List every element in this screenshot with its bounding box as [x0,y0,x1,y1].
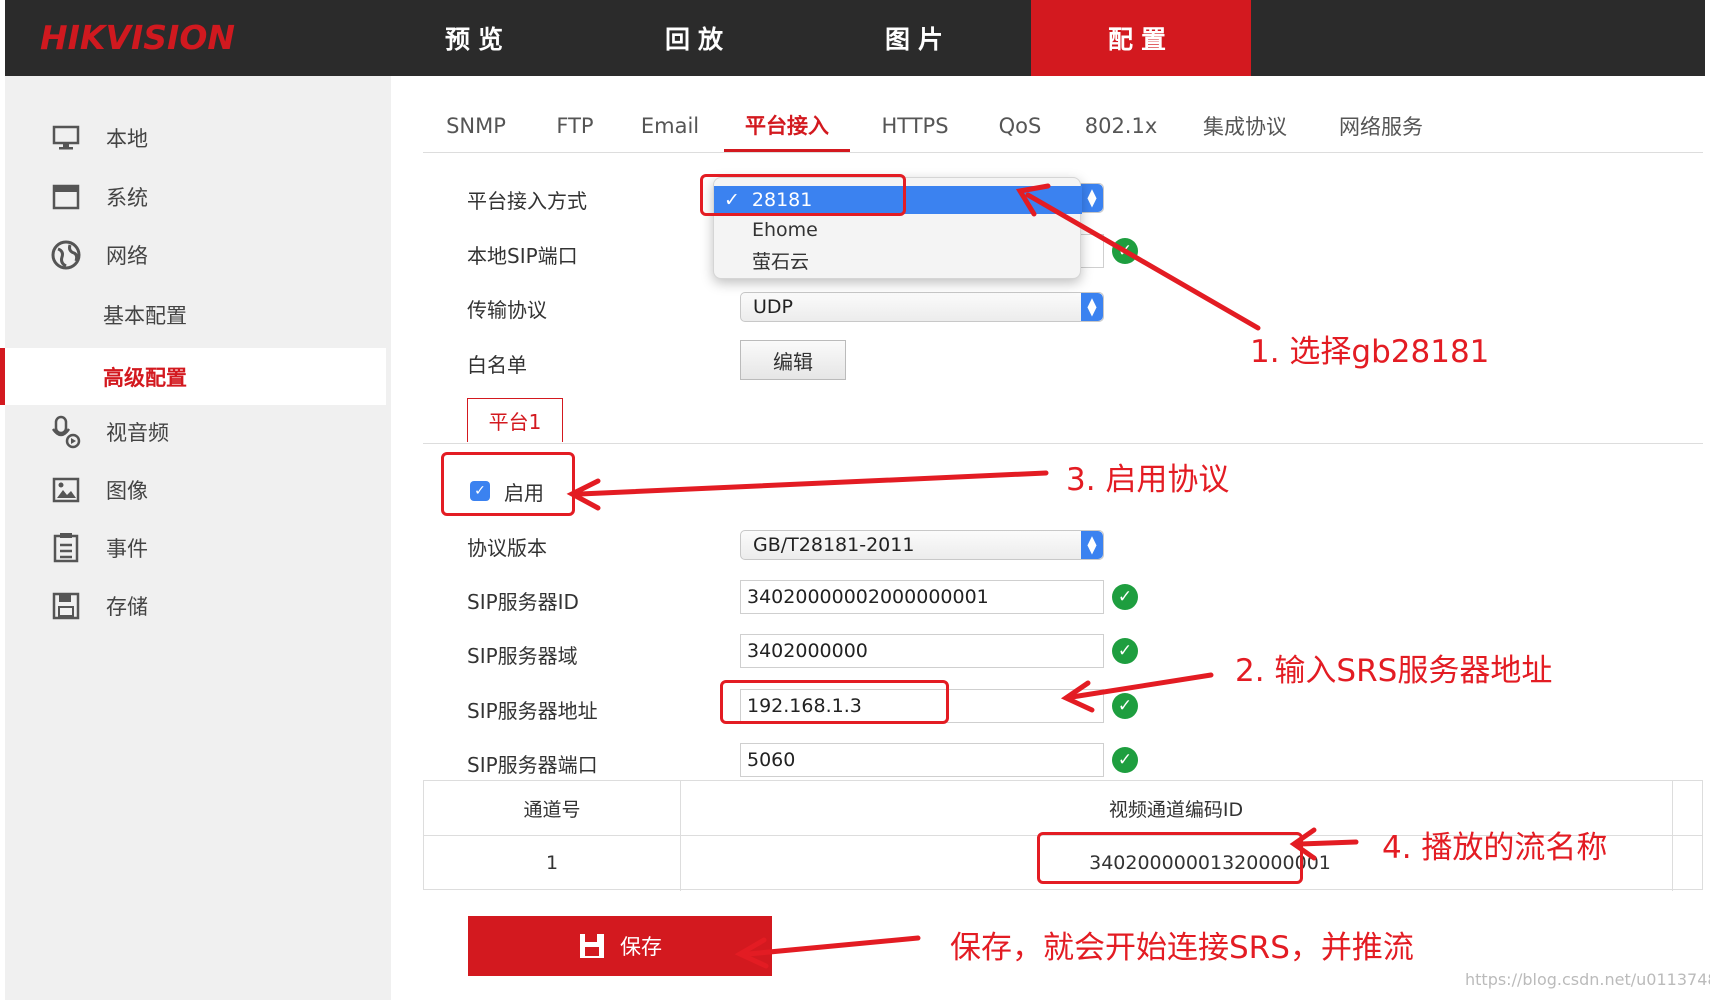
annotation-step-3: 3. 启用协议 [1066,462,1230,498]
arrow-4 [1297,839,1359,847]
watermark: https://blog.csdn.net/u011374856 [1465,970,1710,989]
annotation-save-note: 保存，就会开始连接SRS，并推流 [950,930,1414,966]
annotation-step-4: 4. 播放的流名称 [1382,830,1608,866]
arrow-1 [1025,192,1261,331]
arrow-3 [577,470,1049,497]
annotation-step-1: 1. 选择gb28181 [1250,334,1490,370]
arrow-5 [745,935,921,957]
annotation-step-2: 2. 输入SRS服务器地址 [1235,653,1553,689]
arrow-2 [1069,672,1214,700]
